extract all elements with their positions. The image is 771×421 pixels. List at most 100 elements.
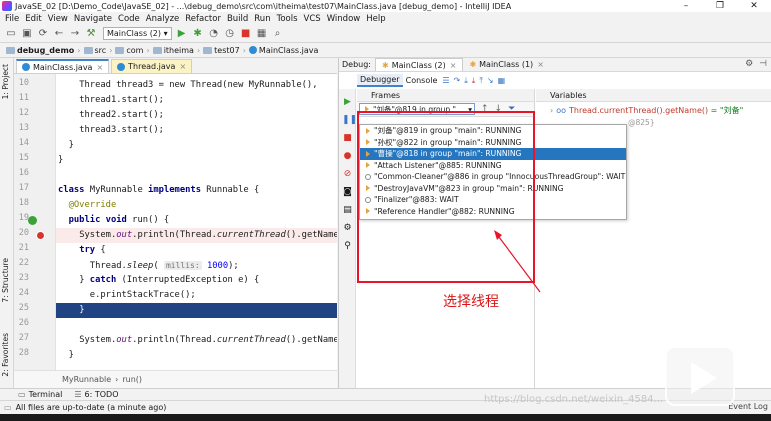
thread-dropdown-list[interactable]: "刘备"@819 in group "main": RUNNING "孙权"@8… <box>359 124 627 220</box>
previous-frame-icon[interactable]: ↑ <box>481 104 489 114</box>
settings-gear-icon[interactable]: ⚙ <box>745 59 753 69</box>
breadcrumb-item[interactable]: itheima <box>151 46 196 55</box>
thread-item[interactable]: "Attach Listener"@885: RUNNING <box>360 160 626 172</box>
project-tool-button[interactable]: 1: Project <box>1 64 10 99</box>
status-toggle-icon[interactable]: ▭ <box>4 403 12 412</box>
tab-thread[interactable]: Thread.java × <box>111 59 193 73</box>
menu-help[interactable]: Help <box>363 14 388 24</box>
restore-layout-icon[interactable]: ▤ <box>342 205 353 216</box>
expand-arrow-icon[interactable]: › <box>550 106 553 115</box>
todo-tool-button[interactable]: ☰ 6: TODO <box>74 390 118 399</box>
code-editor: MainClass.java × Thread.java × 10 11 12 13… <box>14 58 337 388</box>
close-tab-icon[interactable]: × <box>537 60 544 69</box>
thread-selector[interactable]: "刘备"@819 in group "... ▾ <box>359 103 475 115</box>
structure-tool-button[interactable]: 7: Structure <box>1 258 10 303</box>
debug-icon[interactable]: ✱ <box>191 27 205 41</box>
close-tab-icon[interactable]: × <box>179 62 186 71</box>
breadcrumb-item[interactable]: MainClass.java <box>247 46 320 55</box>
menu-analyze[interactable]: Analyze <box>143 14 183 24</box>
show-execution-point-icon[interactable]: ☰ <box>442 76 449 85</box>
favorites-tool-button[interactable]: 2: Favorites <box>1 333 10 377</box>
breadcrumb-item[interactable]: test07 <box>201 46 242 55</box>
step-out-icon[interactable]: ⤒ <box>479 76 483 86</box>
editor-breadcrumb: MyRunnable › run() <box>14 370 337 388</box>
code-line: Thread.sleep( millis: 1000); <box>89 261 239 271</box>
implementation-marker-icon[interactable] <box>28 216 37 225</box>
breakpoint-icon[interactable] <box>36 231 45 240</box>
close-tab-icon[interactable]: × <box>96 63 103 72</box>
search-icon[interactable]: ⌕ <box>271 27 285 41</box>
menu-window[interactable]: Window <box>324 14 364 24</box>
left-tool-strip: 1: Project 7: Structure 2: Favorites <box>0 58 14 388</box>
tab-debugger[interactable]: Debugger <box>357 74 403 87</box>
thread-item[interactable]: "Reference Handler"@882: RUNNING <box>360 206 626 218</box>
mute-breakpoints-icon[interactable]: ⊘ <box>342 169 353 180</box>
save-all-icon[interactable]: ▣ <box>20 27 34 41</box>
run-config-selector[interactable]: MainClass (2) ▾ <box>103 27 172 40</box>
sync-icon[interactable]: ⟳ <box>36 27 50 41</box>
force-step-into-icon[interactable]: ⤓ <box>472 76 476 86</box>
view-breakpoints-icon[interactable]: ● <box>342 151 353 162</box>
build-hammer-icon[interactable]: ⚒ <box>84 27 98 41</box>
thread-item[interactable]: "Common-Cleaner"@886 in group "Innocuous… <box>360 171 626 183</box>
breadcrumb-item[interactable]: src <box>82 46 109 55</box>
menu-vcs[interactable]: VCS <box>301 14 324 24</box>
project-structure-icon[interactable]: ▦ <box>255 27 269 41</box>
breadcrumb-item[interactable]: debug_demo <box>4 46 76 55</box>
stop-icon[interactable]: ■ <box>342 133 353 144</box>
menu-navigate[interactable]: Navigate <box>71 14 115 24</box>
code-line: } <box>56 153 337 168</box>
menu-file[interactable]: File <box>2 14 22 24</box>
event-log-button[interactable]: Event Log <box>728 402 768 411</box>
hide-panel-icon[interactable]: ⊣ <box>759 59 767 69</box>
step-into-icon[interactable]: ⤓ <box>464 76 468 86</box>
camera-icon[interactable]: ◙ <box>342 187 353 198</box>
menu-tools[interactable]: Tools <box>274 14 301 24</box>
menu-run[interactable]: Run <box>251 14 273 24</box>
stop-icon[interactable]: ■ <box>239 27 253 41</box>
coverage-icon[interactable]: ◔ <box>207 27 221 41</box>
resume-icon[interactable]: ▶ <box>342 97 353 108</box>
thread-item[interactable]: "刘备"@819 in group "main": RUNNING <box>360 125 626 137</box>
video-play-button[interactable] <box>665 346 735 406</box>
breadcrumb-item[interactable]: com <box>113 46 145 55</box>
menu-refactor[interactable]: Refactor <box>182 14 224 24</box>
step-over-icon[interactable]: ↷ <box>454 76 461 85</box>
tab-debug-mainclass-2[interactable]: ✱ MainClass (2) × <box>375 58 464 71</box>
terminal-tool-button[interactable]: ▭ Terminal <box>18 390 62 399</box>
thread-item[interactable]: "DestroyJavaVM"@823 in group "main": RUN… <box>360 183 626 195</box>
tab-debug-mainclass-1[interactable]: ✱ MainClass (1) × <box>463 58 549 71</box>
menu-view[interactable]: View <box>45 14 71 24</box>
settings-icon[interactable]: ⚙ <box>342 223 353 234</box>
run-icon[interactable]: ▶ <box>175 27 189 41</box>
waiting-thread-icon <box>363 196 372 204</box>
next-frame-icon[interactable]: ↓ <box>495 104 503 114</box>
forward-icon[interactable]: → <box>68 27 82 41</box>
breadcrumb-class[interactable]: MyRunnable <box>62 375 111 384</box>
thread-item[interactable]: "Finalizer"@883: WAIT <box>360 194 626 206</box>
menu-build[interactable]: Build <box>224 14 251 24</box>
code-area[interactable]: Thread thread3 = new Thread(new MyRunnab… <box>56 74 337 370</box>
tab-mainclass[interactable]: MainClass.java × <box>16 59 110 73</box>
open-folder-icon[interactable]: ▭ <box>4 27 18 41</box>
profile-icon[interactable]: ◷ <box>223 27 237 41</box>
variable-row[interactable]: › oo Thread.currentThread().getName() = … <box>536 104 771 116</box>
run-to-cursor-icon[interactable]: ↘ <box>487 76 494 85</box>
pin-icon[interactable]: ⚲ <box>342 241 353 252</box>
minimize-button[interactable]: – <box>669 0 703 12</box>
thread-item[interactable]: "孙权"@822 in group "main": RUNNING <box>360 137 626 149</box>
restore-button[interactable]: ❐ <box>703 0 737 12</box>
menu-code[interactable]: Code <box>115 14 143 24</box>
tab-console[interactable]: Console <box>403 74 441 87</box>
filter-icon[interactable]: ⏷ <box>508 104 515 114</box>
close-window-button[interactable]: ✕ <box>737 0 771 12</box>
line-gutter[interactable]: 10 11 12 13 14 15 16 17 18 19 20 21 22 2… <box>14 74 56 370</box>
close-tab-icon[interactable]: × <box>450 61 457 70</box>
evaluate-expression-icon[interactable]: ▦ <box>498 76 506 85</box>
menu-edit[interactable]: Edit <box>22 14 44 24</box>
back-icon[interactable]: ← <box>52 27 66 41</box>
code-text: } <box>68 350 74 360</box>
breadcrumb-method[interactable]: run() <box>122 375 142 384</box>
thread-item-selected[interactable]: "曹操"@818 in group "main": RUNNING <box>360 148 626 160</box>
pause-icon[interactable]: ❚❚ <box>342 115 357 126</box>
